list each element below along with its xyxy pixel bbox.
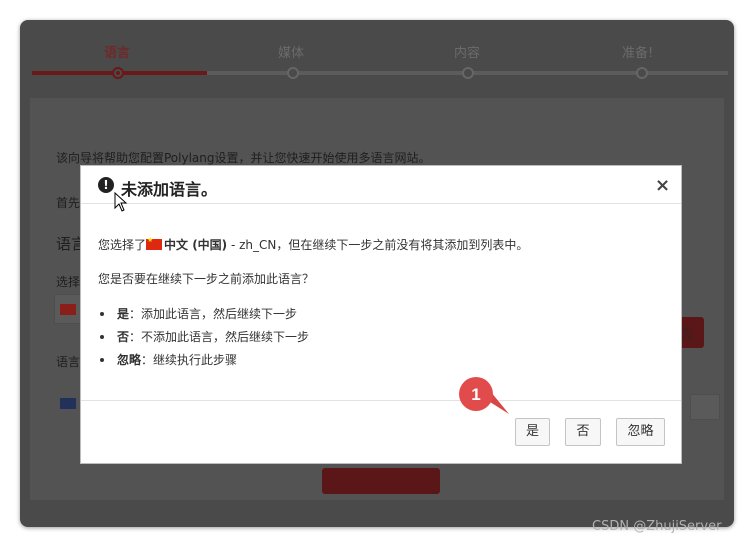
step-media[interactable]: 媒体 [278,42,304,61]
cn-flag-icon [60,304,76,315]
au-flag-icon [60,398,76,409]
bullet [100,358,104,362]
continue-button[interactable] [322,468,440,494]
intro-text: 该向导将帮助您配置Polylang设置，并让您快速开始使用多语言网站。 [56,151,431,165]
dialog-title: 未添加语言。 [121,180,218,199]
close-button[interactable]: × [655,175,670,196]
select-label: 选择 [56,275,81,289]
step-dot-media [287,67,299,79]
ignore-button[interactable]: 忽略 [616,418,665,446]
alert-icon: ! [98,177,114,193]
language-row-field [690,394,720,420]
watermark: CSDN @ZhujiServer [592,519,722,534]
message-suffix: - zh_CN，但在继续下一步之前没有将其添加到列表中。 [227,238,529,252]
bullet [100,335,104,339]
step-ready[interactable]: 准备! [622,42,653,61]
dialog-footer-divider [81,400,681,401]
step-content[interactable]: 内容 [454,42,480,61]
wizard-steps: 语言 媒体 内容 准备! [20,20,734,95]
option-no-text: 否：不添加此语言，然后继续下一步 [117,330,310,344]
step-dot-language [112,67,124,79]
selection-message: 您选择了 中文 (中国) - zh_CN，但在继续下一步之前没有将其添加到列表中。 [98,236,528,253]
step-language[interactable]: 语言 [104,42,130,61]
missing-language-dialog: ! 未添加语言。 × 您选择了 中文 (中国) - zh_CN，但在继续下一步之前… [80,165,682,464]
message-prefix: 您选择了 [98,238,147,252]
question-text: 您是否要在继续下一步之前添加此语言？ [98,272,315,286]
no-button[interactable]: 否 [565,418,601,446]
step-dot-content [462,67,474,79]
cn-flag-icon [146,236,163,250]
yes-button[interactable]: 是 [515,418,550,446]
language-list-label: 语言 [56,355,81,369]
step-dot-ready [636,67,648,79]
option-yes-text: 是：添加此语言，然后继续下一步 [117,307,298,321]
dialog-header: ! 未添加语言。 × [81,166,681,204]
first-step-text: 首先 [56,196,81,210]
language-name: 中文 (中国) [164,238,228,252]
mouse-cursor-icon [114,192,128,212]
bullet [100,312,104,316]
marker-number: 1 [471,385,480,404]
step-marker-icon: 1 [459,377,509,414]
option-ignore-text: 忽略：继续执行此步骤 [117,353,238,367]
